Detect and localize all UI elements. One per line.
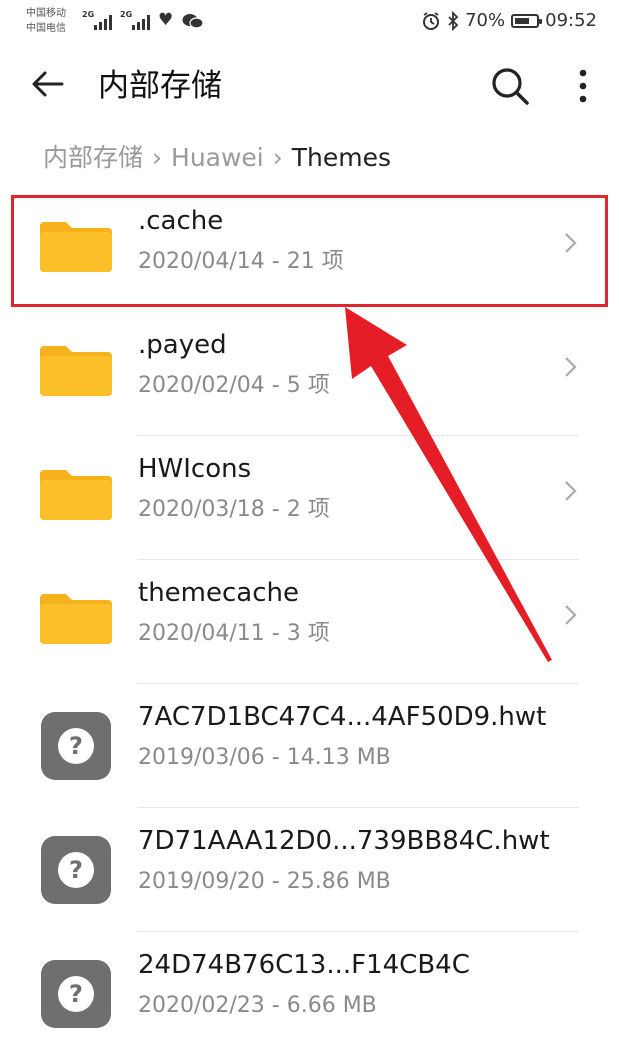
battery-percent: 70% xyxy=(465,10,506,31)
carrier-1: 中国移动 xyxy=(26,8,66,19)
file-name: .payed xyxy=(138,330,227,360)
breadcrumb-separator-icon: › xyxy=(272,143,283,172)
breadcrumb-themes: Themes xyxy=(291,143,392,172)
chevron-right-icon xyxy=(565,481,577,501)
unknown-file-icon: ? xyxy=(41,836,111,904)
status-bar: 中国移动 中国电信 2G 2G ♥ 70% 09:52 xyxy=(0,0,619,48)
app-header: 内部存储 xyxy=(0,48,619,128)
unknown-file-icon: ? xyxy=(41,712,111,780)
file-name: 7AC7D1BC47C4...4AF50D9.hwt xyxy=(138,702,547,732)
list-item-folder[interactable]: themecache 2020/04/11 - 3 项 xyxy=(0,560,619,684)
folder-icon xyxy=(40,594,112,644)
file-meta: 2019/03/06 - 14.13 MB xyxy=(138,745,391,770)
list-item-file[interactable]: ? 24D74B76C13...F14CB4C 2020/02/23 - 6.6… xyxy=(0,932,619,1056)
file-meta: 2020/04/11 - 3 项 xyxy=(138,621,330,646)
highlight-box xyxy=(11,195,608,307)
status-right: 70% 09:52 xyxy=(421,10,597,31)
file-name: themecache xyxy=(138,578,299,608)
list-item-file[interactable]: ? 7AC7D1BC47C4...4AF50D9.hwt 2019/03/06 … xyxy=(0,684,619,808)
bluetooth-icon xyxy=(448,10,459,31)
breadcrumb-internal-storage[interactable]: 内部存储 xyxy=(43,140,143,176)
signal-icon xyxy=(94,14,112,30)
breadcrumb-huawei[interactable]: Huawei xyxy=(171,140,264,176)
chevron-right-icon xyxy=(565,357,577,377)
network-type-1: 2G xyxy=(82,10,95,19)
back-arrow-icon[interactable] xyxy=(28,64,68,104)
search-icon[interactable] xyxy=(488,64,532,108)
carrier-2: 中国电信 xyxy=(26,23,66,34)
list-item-folder[interactable]: HWIcons 2020/03/18 - 2 项 xyxy=(0,436,619,560)
list-item-folder[interactable]: .payed 2020/02/04 - 5 项 xyxy=(0,312,619,436)
file-meta: 2020/02/23 - 6.66 MB xyxy=(138,993,377,1018)
signal-icon xyxy=(132,14,150,30)
folder-icon xyxy=(40,470,112,520)
more-options-icon[interactable] xyxy=(566,64,600,108)
file-name: 7D71AAA12D0...739BB84C.hwt xyxy=(138,826,550,856)
page-title: 内部存储 xyxy=(98,68,222,104)
file-meta: 2020/03/18 - 2 项 xyxy=(138,497,330,522)
wechat-icon xyxy=(182,14,204,29)
clock: 09:52 xyxy=(545,10,597,31)
heart-rate-icon: ♥ xyxy=(158,10,174,30)
carrier-labels: 中国移动 中国电信 xyxy=(26,6,66,36)
breadcrumb-separator-icon: › xyxy=(152,143,163,172)
file-name: HWIcons xyxy=(138,454,252,484)
file-name: 24D74B76C13...F14CB4C xyxy=(138,950,470,980)
network-type-2: 2G xyxy=(120,10,133,19)
folder-icon xyxy=(40,346,112,396)
unknown-file-icon: ? xyxy=(41,960,111,1028)
list-item-file[interactable]: ? 7D71AAA12D0...739BB84C.hwt 2019/09/20 … xyxy=(0,808,619,932)
file-meta: 2019/09/20 - 25.86 MB xyxy=(138,869,391,894)
breadcrumb: 内部存储 › Huawei › Themes xyxy=(43,140,391,176)
chevron-right-icon xyxy=(565,605,577,625)
file-meta: 2020/02/04 - 5 项 xyxy=(138,373,330,398)
alarm-icon xyxy=(423,11,440,30)
battery-icon xyxy=(511,13,543,28)
